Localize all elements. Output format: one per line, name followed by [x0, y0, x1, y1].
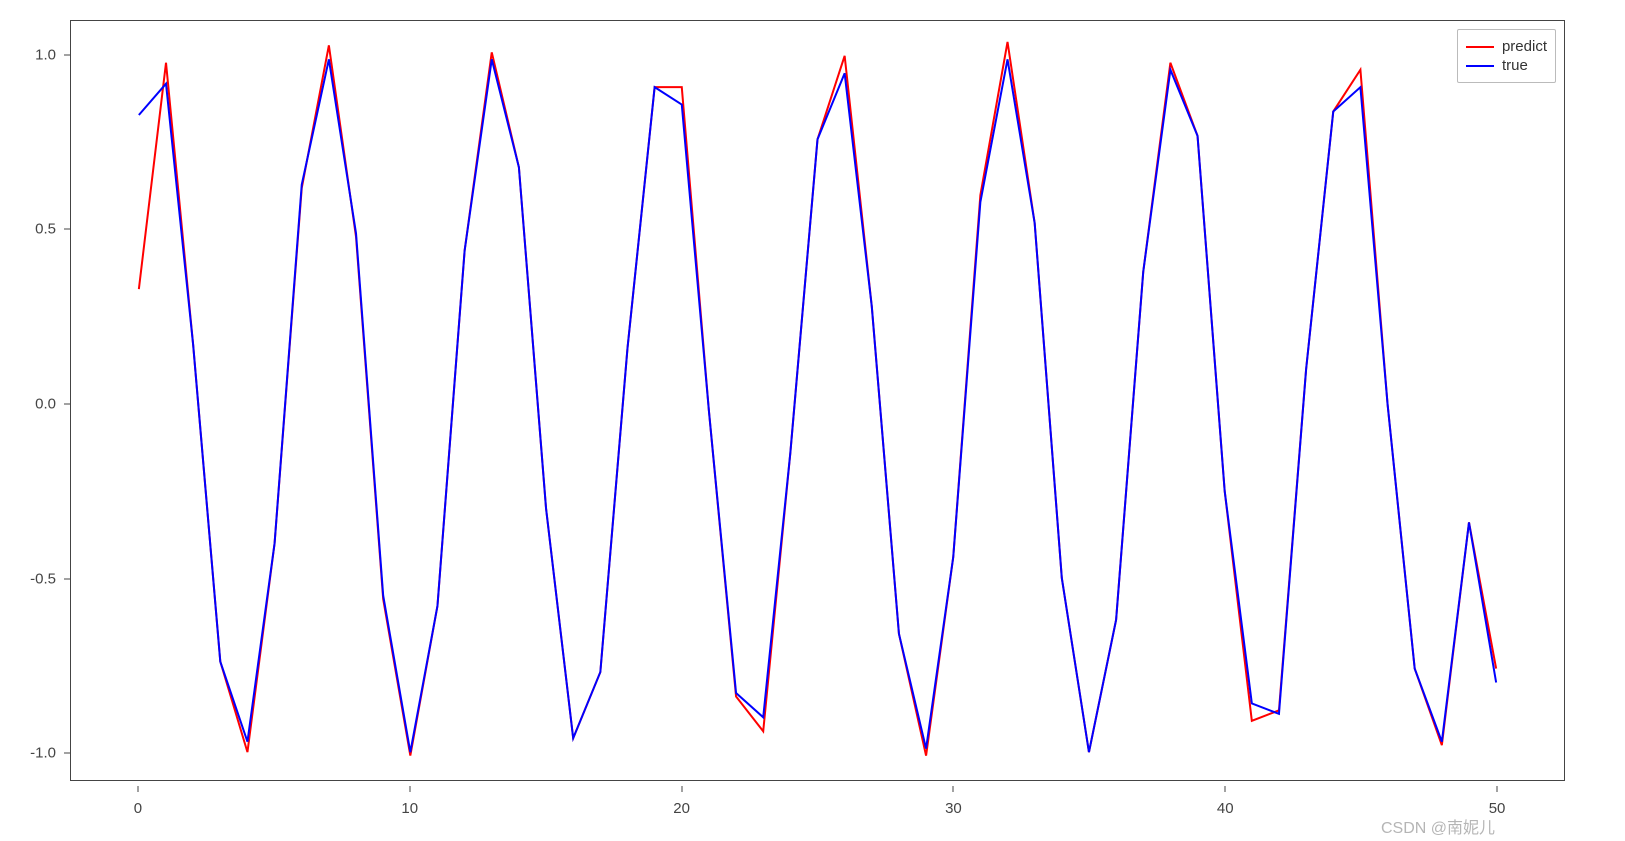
legend-label-predict: predict: [1502, 38, 1547, 55]
chart-container: predict true -1.0 -0.5 0.0 0.5 1.0 0 10 20 30 40…: [0, 0, 1625, 841]
y-tick-mark: [64, 54, 70, 55]
x-tick-mark: [1497, 786, 1498, 792]
x-axis-ticks: 01020304050: [70, 786, 1565, 841]
x-tick-label: 10: [401, 800, 418, 817]
series-line-true: [139, 59, 1496, 752]
y-tick-mark: [64, 578, 70, 579]
y-tick-label: -1.0: [30, 745, 56, 762]
x-tick-mark: [137, 786, 138, 792]
legend-swatch-predict: [1466, 46, 1494, 48]
x-tick-label: 20: [673, 800, 690, 817]
x-tick-label: 30: [945, 800, 962, 817]
y-tick-label: 0.5: [35, 221, 56, 238]
legend: predict true: [1457, 29, 1556, 83]
y-axis-ticks: -1.0 -0.5 0.0 0.5 1.0: [0, 20, 62, 781]
x-tick-label: 0: [134, 800, 142, 817]
legend-label-true: true: [1502, 57, 1528, 74]
x-tick-mark: [1225, 786, 1226, 792]
watermark-text: CSDN @南妮儿: [1381, 814, 1495, 838]
x-tick-mark: [681, 786, 682, 792]
y-tick-mark: [64, 229, 70, 230]
legend-swatch-true: [1466, 65, 1494, 67]
y-tick-mark: [64, 753, 70, 754]
y-tick-label: 0.0: [35, 395, 56, 412]
y-tick-mark: [64, 403, 70, 404]
plot-area: predict true: [70, 20, 1565, 781]
y-tick-label: 1.0: [35, 46, 56, 63]
x-tick-mark: [409, 786, 410, 792]
y-tick-label: -0.5: [30, 570, 56, 587]
legend-item-true: true: [1466, 57, 1547, 74]
legend-item-predict: predict: [1466, 38, 1547, 55]
x-tick-label: 40: [1217, 800, 1234, 817]
x-tick-mark: [953, 786, 954, 792]
line-plot-svg: [71, 21, 1564, 780]
